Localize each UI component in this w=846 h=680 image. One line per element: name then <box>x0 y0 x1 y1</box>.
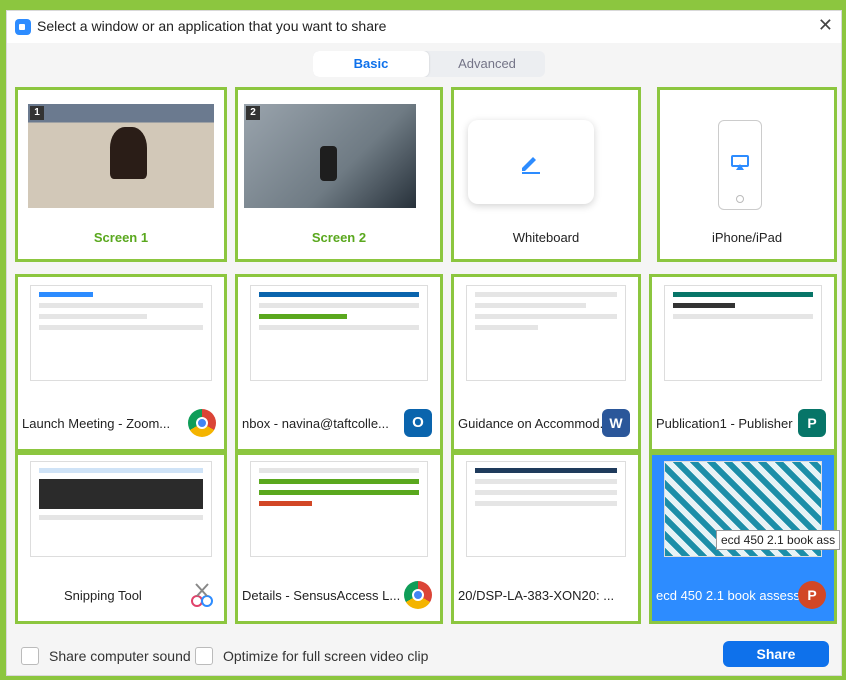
checkbox-box[interactable] <box>195 647 213 665</box>
app-tile-publisher[interactable]: Publication1 - Publisher <box>649 274 837 452</box>
app-tile-snipping-tool[interactable]: Snipping Tool <box>15 452 227 624</box>
checkbox-box[interactable] <box>21 647 39 665</box>
close-icon[interactable]: ✕ <box>818 15 833 36</box>
tab-advanced[interactable]: Advanced <box>429 51 545 77</box>
checkbox-label: Share computer sound <box>49 648 191 664</box>
share-mode-tabs: Basic Advanced <box>313 51 545 77</box>
app-tile-sensusaccess[interactable]: Details - SensusAccess L... <box>235 452 443 624</box>
app-tile-zoom[interactable]: Launch Meeting - Zoom... <box>15 274 227 452</box>
tab-basic[interactable]: Basic <box>313 51 429 77</box>
share-button[interactable]: Share <box>723 641 829 667</box>
window-thumbnail <box>250 461 428 557</box>
tooltip: ecd 450 2.1 book ass <box>716 530 841 550</box>
dialog-footer: Share computer sound Optimize for full s… <box>7 635 841 675</box>
phone-preview <box>718 120 762 210</box>
whiteboard-preview <box>468 120 594 204</box>
app-tile-dsp-la[interactable]: 20/DSP-LA-383-XON20: ... <box>451 452 641 624</box>
optimize-video-checkbox[interactable]: Optimize for full screen video clip <box>195 647 428 665</box>
word-icon <box>602 409 630 437</box>
tile-label: iPhone/iPad <box>711 230 783 245</box>
app-tile-outlook[interactable]: nbox - navina@taftcolle... <box>235 274 443 452</box>
chrome-icon <box>404 581 432 609</box>
tile-label: Screen 2 <box>311 230 367 245</box>
zoom-app-icon <box>15 19 31 35</box>
window-thumbnail <box>466 461 626 557</box>
whiteboard-tile[interactable]: Whiteboard <box>451 87 641 262</box>
publisher-icon <box>798 409 826 437</box>
snipping-tool-icon <box>191 583 213 607</box>
window-thumbnail <box>664 285 822 381</box>
screen-2-tile[interactable]: 2 Screen 2 <box>235 87 443 262</box>
screen-1-thumbnail <box>28 104 214 208</box>
chrome-icon <box>188 409 216 437</box>
app-tile-word[interactable]: Guidance on Accommod... <box>451 274 641 452</box>
airplay-icon <box>731 155 749 170</box>
title-bar: Select a window or an application that y… <box>7 11 841 43</box>
screen-1-tile[interactable]: 1 Screen 1 <box>15 87 227 262</box>
share-computer-sound-checkbox[interactable]: Share computer sound <box>21 647 191 665</box>
tile-label: 20/DSP-LA-383-XON20: ... <box>458 588 615 603</box>
share-dialog: Select a window or an application that y… <box>6 10 842 676</box>
window-thumbnail <box>30 461 212 557</box>
window-thumbnail <box>466 285 626 381</box>
pencil-icon <box>522 157 540 174</box>
outlook-icon <box>404 409 432 437</box>
iphone-ipad-tile[interactable]: iPhone/iPad <box>657 87 837 262</box>
window-thumbnail <box>30 285 212 381</box>
powerpoint-icon <box>798 581 826 609</box>
tile-label: Screen 1 <box>93 230 149 245</box>
checkbox-label: Optimize for full screen video clip <box>223 648 429 664</box>
tile-label: Whiteboard <box>512 230 580 245</box>
screen-2-thumbnail <box>244 104 416 208</box>
dialog-title: Select a window or an application that y… <box>37 18 387 34</box>
screen-number-badge: 2 <box>246 106 260 120</box>
window-thumbnail <box>250 285 428 381</box>
screen-number-badge: 1 <box>30 106 44 120</box>
